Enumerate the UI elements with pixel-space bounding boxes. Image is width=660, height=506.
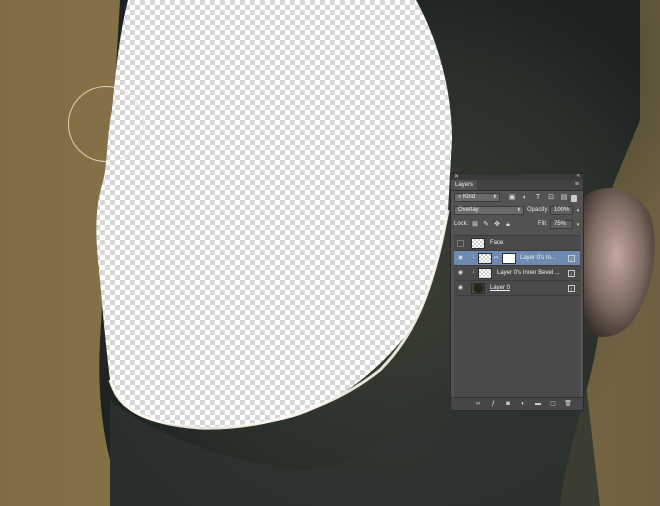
eye-icon[interactable]: ◉ bbox=[457, 255, 464, 262]
layer-name[interactable]: Layer 0's Inner Bevel ... bbox=[497, 266, 560, 281]
lock-image-icon[interactable]: ✎ bbox=[482, 221, 490, 229]
adjustment-filter-icon[interactable]: ◐ bbox=[521, 194, 529, 202]
link-layers-icon[interactable]: ∞ bbox=[474, 400, 482, 408]
lock-label: Lock: bbox=[454, 221, 469, 227]
panel-tab-bar: Layers ≡ bbox=[451, 180, 583, 191]
lock-row: Lock: ⊠ ✎ ✥ 🔒︎ Fill: 75% ▾ bbox=[454, 220, 580, 230]
lock-position-icon[interactable]: ✥ bbox=[493, 221, 501, 229]
lock-transparent-icon[interactable]: ⊠ bbox=[471, 221, 479, 229]
panel-menu-icon[interactable]: ≡ bbox=[575, 180, 579, 190]
layer-row-face[interactable]: Face bbox=[454, 236, 580, 251]
fx-icon[interactable]: ƒ bbox=[489, 400, 497, 408]
layer-thumbnail[interactable] bbox=[471, 238, 485, 249]
layer-thumbnail[interactable] bbox=[478, 268, 492, 279]
layer-style-icon[interactable]: ƒ bbox=[568, 255, 575, 262]
new-layer-icon[interactable]: ▢ bbox=[549, 400, 557, 408]
filter-kind-dropdown[interactable]: ⌕ Kind ⬍ bbox=[454, 193, 500, 202]
opacity-value: 100% bbox=[554, 207, 570, 213]
layer-thumbnail[interactable] bbox=[471, 283, 485, 294]
layer-row-layer-0[interactable]: ◉ Layer 0 ƒ bbox=[454, 281, 580, 296]
layer-name[interactable]: Layer 0 bbox=[490, 281, 510, 296]
image-filter-icon[interactable]: ▣ bbox=[508, 194, 516, 202]
clipping-arrow-icon: ↓ bbox=[472, 254, 475, 260]
fill-value: 75% bbox=[554, 221, 567, 227]
type-filter-icon[interactable]: T bbox=[534, 194, 542, 202]
filter-row: ⌕ Kind ⬍ ▣ ◐ T ⊡ ▤ bbox=[454, 193, 580, 203]
layer-name[interactable]: Face bbox=[490, 236, 503, 251]
eye-icon[interactable]: ◉ bbox=[457, 270, 464, 277]
layer-thumbnail[interactable] bbox=[478, 253, 492, 264]
search-icon: ⌕ bbox=[458, 194, 462, 200]
layer-name[interactable]: Layer 0's In... bbox=[520, 251, 556, 266]
eye-icon[interactable]: ◉ bbox=[457, 285, 464, 292]
tab-layers[interactable]: Layers bbox=[451, 180, 478, 190]
collapse-icon[interactable]: « bbox=[577, 173, 580, 179]
add-mask-icon[interactable]: ◙ bbox=[504, 400, 512, 408]
layer-row-inner-glow[interactable]: ◉ ↓ ∞ Layer 0's In... ƒ bbox=[454, 251, 580, 266]
shape-filter-icon[interactable]: ⊡ bbox=[547, 194, 555, 202]
group-folder-icon[interactable]: ▬ bbox=[534, 400, 542, 408]
opacity-slider-toggle-icon[interactable]: ▾ bbox=[574, 207, 582, 215]
clipping-arrow-icon: ↓ bbox=[472, 269, 475, 275]
close-icon[interactable]: ✕ bbox=[454, 173, 459, 180]
layer-list[interactable]: Face ◉ ↓ ∞ Layer 0's In... ƒ ◉ ↓ Layer 0… bbox=[454, 235, 580, 399]
trash-icon[interactable]: 🗑︎ bbox=[564, 400, 572, 408]
panel-footer: ∞ ƒ ◙ ◐ ▬ ▢ 🗑︎ bbox=[451, 397, 583, 410]
opacity-label: Opacity: bbox=[527, 207, 550, 213]
blend-mode-value: Overlay bbox=[458, 207, 479, 213]
chevron-down-icon: ⬍ bbox=[516, 207, 521, 213]
filter-toggle-icon[interactable] bbox=[571, 195, 577, 202]
layer-style-icon[interactable]: ƒ bbox=[568, 285, 575, 292]
layer-mask-thumbnail[interactable] bbox=[502, 253, 516, 264]
layers-panel[interactable]: ✕ « Layers ≡ ⌕ Kind ⬍ ▣ ◐ T ⊡ ▤ Overlay … bbox=[450, 173, 584, 411]
layer-style-icon[interactable]: ƒ bbox=[568, 270, 575, 277]
ear bbox=[578, 188, 655, 337]
layer-row-inner-bevel[interactable]: ◉ ↓ Layer 0's Inner Bevel ... ƒ bbox=[454, 266, 580, 281]
filter-kind-label: Kind bbox=[463, 194, 476, 200]
lock-all-icon[interactable]: 🔒︎ bbox=[504, 221, 512, 229]
opacity-field[interactable]: 100% bbox=[550, 206, 573, 215]
smart-object-filter-icon[interactable]: ▤ bbox=[560, 194, 568, 202]
fill-field[interactable]: 75% bbox=[550, 220, 573, 229]
fill-slider-toggle-icon[interactable]: ▾ bbox=[574, 221, 582, 229]
blend-mode-dropdown[interactable]: Overlay ⬍ bbox=[454, 206, 524, 215]
fill-label: Fill: bbox=[538, 221, 548, 227]
visibility-toggle-off[interactable] bbox=[457, 240, 464, 247]
chevron-down-icon: ⬍ bbox=[492, 194, 497, 200]
link-chain-icon[interactable]: ∞ bbox=[494, 255, 498, 261]
blend-row: Overlay ⬍ Opacity: 100% ▾ bbox=[454, 206, 580, 216]
brush-cursor-circle bbox=[68, 86, 144, 162]
adjustment-layer-icon[interactable]: ◐ bbox=[519, 400, 527, 408]
